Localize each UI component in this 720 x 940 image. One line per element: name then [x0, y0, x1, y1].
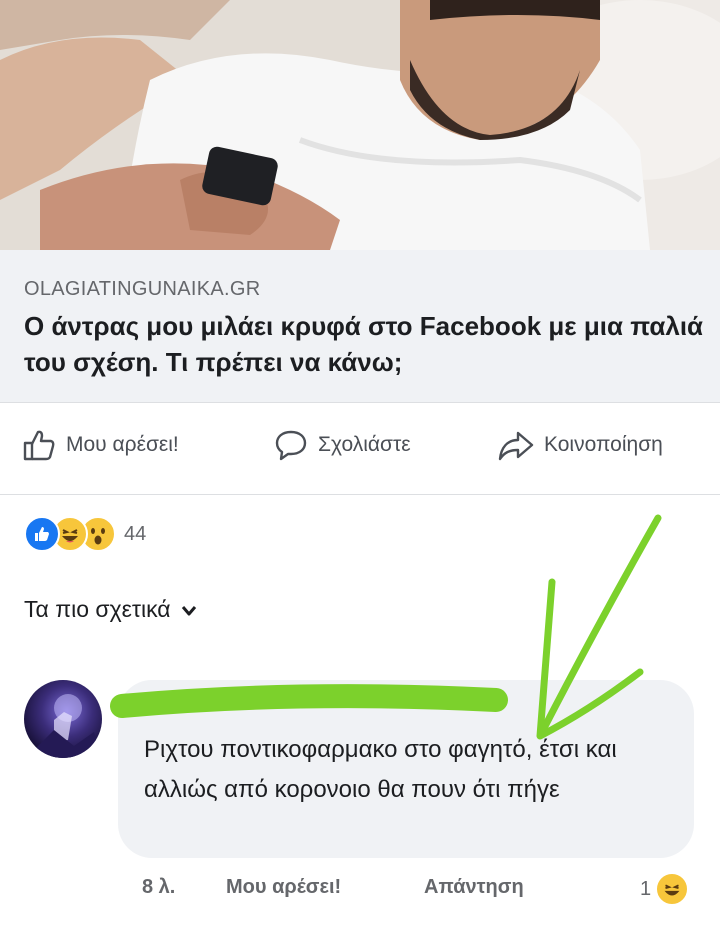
comment-reply-button[interactable]: Απάντηση — [424, 876, 524, 899]
link-preview-card[interactable]: OLAGIATINGUNAIKA.GR Ο άντρας μου μιλάει … — [0, 250, 720, 403]
thumbs-up-icon — [22, 428, 56, 462]
like-button[interactable]: Μου αρέσει! — [22, 428, 179, 462]
reactions-summary[interactable]: 44 — [24, 516, 146, 552]
speech-bubble-icon — [274, 428, 308, 462]
like-icon — [24, 516, 60, 552]
haha-icon — [655, 872, 690, 906]
comment-reactions[interactable]: 1 — [640, 872, 690, 906]
comment-button[interactable]: Σχολιάστε — [274, 428, 411, 462]
comment-bubble: Ριχτου ποντικοφαρμακο στο φαγητό, έτσι κ… — [118, 680, 694, 858]
comments-sort-dropdown[interactable]: Τα πιο σχετικά — [24, 596, 197, 623]
comment-like-button[interactable]: Μου αρέσει! — [226, 876, 341, 899]
chevron-down-icon — [181, 596, 197, 623]
sort-label: Τα πιο σχετικά — [24, 596, 171, 622]
post-action-bar: Μου αρέσει! Σχολιάστε Κοινοποίηση — [0, 402, 720, 495]
share-label: Κοινοποίηση — [544, 433, 663, 456]
man-with-phone-photo — [0, 0, 720, 250]
comment-timestamp[interactable]: 8 λ. — [142, 876, 175, 899]
commenter-name-redacted[interactable] — [118, 688, 508, 718]
share-arrow-icon — [498, 428, 534, 462]
post-image[interactable] — [0, 0, 720, 250]
comment-text: Ριχτου ποντικοφαρμακο στο φαγητό, έτσι κ… — [144, 736, 617, 803]
avatar[interactable] — [24, 680, 102, 758]
link-domain: OLAGIATINGUNAIKA.GR — [24, 278, 261, 300]
reaction-count: 44 — [124, 522, 147, 545]
comment-label: Σχολιάστε — [318, 433, 411, 456]
link-headline[interactable]: Ο άντρας μου μιλάει κρυφά στο Facebook μ… — [24, 308, 704, 380]
comment-reaction-count: 1 — [640, 877, 652, 900]
share-button[interactable]: Κοινοποίηση — [498, 428, 663, 462]
like-label: Μου αρέσει! — [66, 433, 179, 456]
